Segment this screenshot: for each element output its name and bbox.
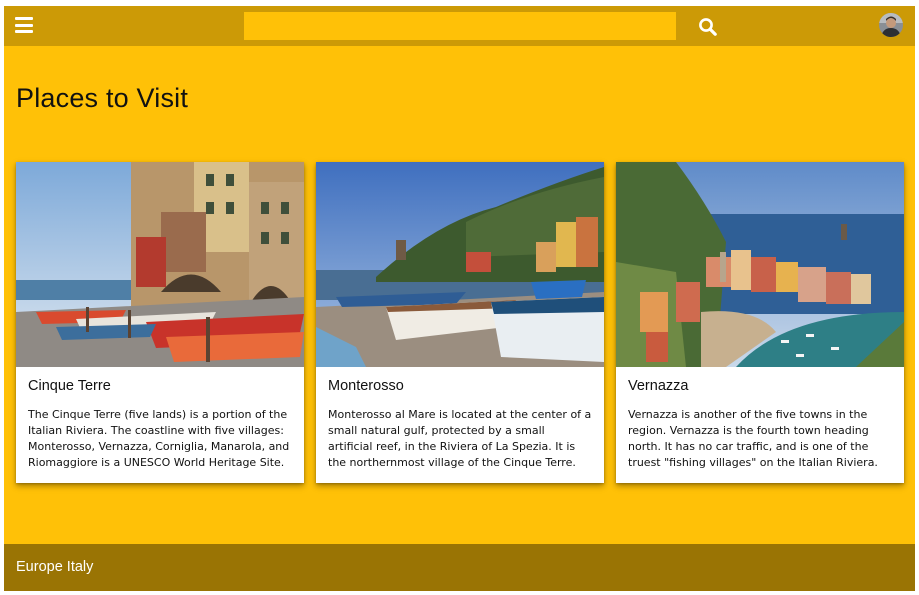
search-input[interactable]	[244, 12, 676, 40]
card-text: Vernazza is another of the five towns in…	[628, 408, 878, 469]
card-text: The Cinque Terre (five lands) is a porti…	[28, 408, 290, 469]
hamburger-menu-icon[interactable]	[15, 17, 33, 33]
app-frame: Places to Visit Cinque Terre The Cinque …	[4, 6, 915, 591]
card-monterosso: Monterosso Monterosso al Mare is located…	[316, 162, 604, 483]
card-title: Monterosso	[328, 378, 404, 394]
card-image	[16, 162, 304, 367]
search-icon[interactable]	[698, 17, 718, 37]
card-cinque-terre: Cinque Terre The Cinque Terre (five land…	[16, 162, 304, 483]
top-bar	[4, 6, 915, 46]
card-title: Vernazza	[628, 378, 689, 394]
card-body: Vernazza Vernazza is another of the five…	[616, 367, 904, 483]
footer: Europe Italy	[4, 544, 915, 591]
card-image	[616, 162, 904, 367]
user-avatar[interactable]	[879, 13, 903, 37]
card-body: Monterosso Monterosso al Mare is located…	[316, 367, 604, 483]
page-title: Places to Visit	[16, 83, 189, 113]
footer-text: Europe Italy	[16, 559, 94, 575]
cards-section: Cinque Terre The Cinque Terre (five land…	[4, 150, 915, 550]
card-body: Cinque Terre The Cinque Terre (five land…	[16, 367, 304, 483]
card-text: Monterosso al Mare is located at the cen…	[328, 408, 592, 469]
card-vernazza: Vernazza Vernazza is another of the five…	[616, 162, 904, 483]
card-image	[316, 162, 604, 367]
card-title: Cinque Terre	[28, 378, 111, 394]
